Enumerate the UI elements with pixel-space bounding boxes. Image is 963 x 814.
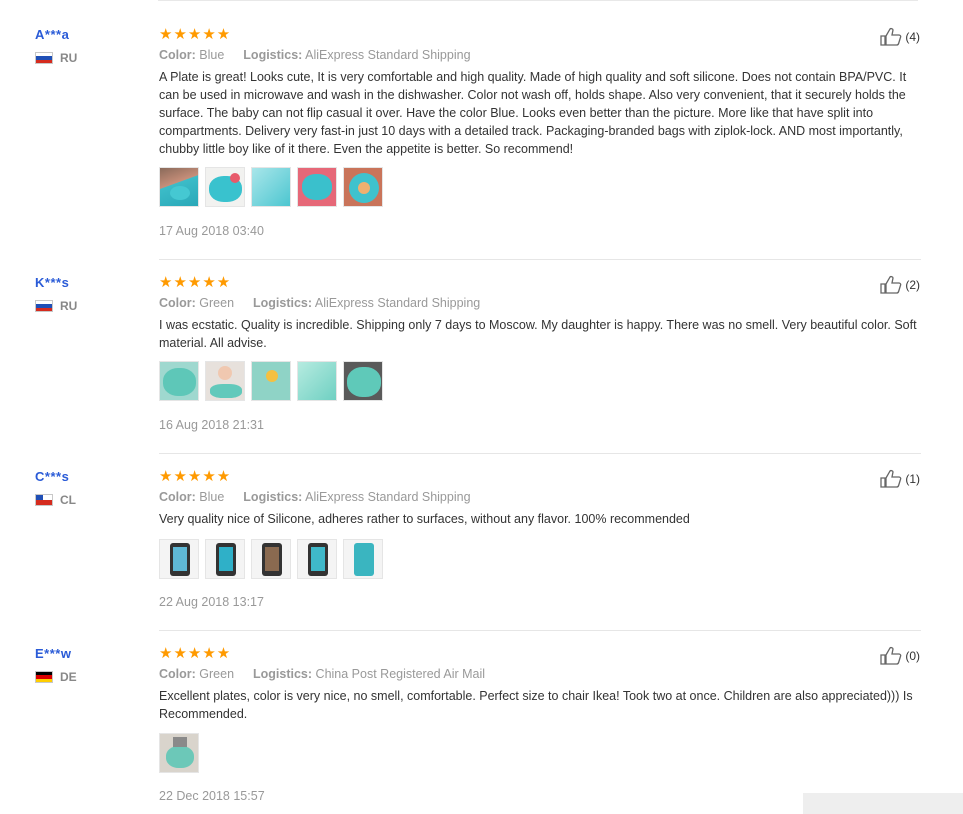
review-body: ★★★★★ Color: Blue Logistics: AliExpress … (159, 469, 919, 609)
logistics-label: Logistics: (253, 667, 313, 681)
color-value: Green (199, 296, 235, 310)
review-text: I was ecstatic. Quality is incredible. S… (159, 318, 917, 350)
review-photo[interactable] (343, 167, 383, 207)
logistics-label: Logistics: (243, 48, 303, 62)
logistics-value: AliExpress Standard Shipping (305, 490, 471, 504)
star-rating: ★★★★★ (159, 26, 232, 43)
flag-icon (35, 52, 53, 64)
review-photo[interactable] (159, 167, 199, 207)
reviewer-info: K***s RU (35, 275, 77, 313)
helpful-button[interactable]: (1) (880, 469, 920, 488)
review-date: 22 Aug 2018 13:17 (159, 595, 264, 609)
top-border (158, 0, 918, 3)
review-photo[interactable] (159, 539, 199, 579)
reviewer-country: CL (35, 493, 76, 507)
review-date: 16 Aug 2018 21:31 (159, 418, 264, 432)
country-code: CL (60, 493, 76, 507)
review-text: Very quality nice of Silicone, adheres r… (159, 512, 690, 526)
review-meta: Color: Blue Logistics: AliExpress Standa… (159, 490, 919, 504)
review-photo[interactable] (205, 539, 245, 579)
review-photo[interactable] (205, 361, 245, 401)
review-photos (159, 733, 919, 773)
review-meta: Color: Green Logistics: China Post Regis… (159, 667, 919, 681)
star-rating: ★★★★★ (159, 645, 232, 662)
review-photos (159, 167, 919, 207)
review-photos (159, 539, 919, 579)
review-photo[interactable] (205, 167, 245, 207)
helpful-count: (0) (905, 648, 920, 663)
country-code: DE (60, 670, 77, 684)
thumbs-up-icon (880, 275, 902, 294)
review-photo[interactable] (251, 361, 291, 401)
review-photo[interactable] (343, 361, 383, 401)
review-photos (159, 361, 919, 401)
logistics-label: Logistics: (253, 296, 313, 310)
review-divider (159, 630, 921, 631)
reviewer-country: RU (35, 51, 77, 65)
review-divider (159, 453, 921, 454)
color-value: Blue (199, 48, 225, 62)
review-text: A Plate is great! Looks cute, It is very… (159, 70, 907, 156)
thumbs-up-icon (880, 469, 902, 488)
review-photo[interactable] (297, 167, 337, 207)
reviewer-country: DE (35, 670, 77, 684)
flag-icon (35, 494, 53, 506)
review-photo[interactable] (297, 361, 337, 401)
reviewer-info: C***s CL (35, 469, 76, 507)
review-meta: Color: Blue Logistics: AliExpress Standa… (159, 48, 919, 62)
review-photo[interactable] (159, 361, 199, 401)
color-value: Green (199, 667, 235, 681)
review-photo[interactable] (251, 539, 291, 579)
color-label: Color: (159, 48, 196, 62)
reviewer-info: A***a RU (35, 27, 77, 65)
star-rating: ★★★★★ (159, 468, 232, 485)
helpful-button[interactable]: (4) (880, 27, 920, 46)
flag-icon (35, 300, 53, 312)
logistics-label: Logistics: (243, 490, 303, 504)
review-body: ★★★★★ Color: Green Logistics: China Post… (159, 646, 919, 803)
review-photo[interactable] (343, 539, 383, 579)
reviewer-name[interactable]: A***a (35, 27, 77, 42)
helpful-button[interactable]: (0) (880, 646, 920, 665)
color-label: Color: (159, 490, 196, 504)
thumbs-up-icon (880, 27, 902, 46)
helpful-count: (4) (905, 29, 920, 44)
review-meta: Color: Green Logistics: AliExpress Stand… (159, 296, 919, 310)
logistics-value: AliExpress Standard Shipping (305, 48, 471, 62)
review-photo[interactable] (297, 539, 337, 579)
thumbs-up-icon (880, 646, 902, 665)
country-code: RU (60, 299, 78, 313)
logistics-value: AliExpress Standard Shipping (314, 296, 481, 310)
star-rating: ★★★★★ (159, 274, 232, 291)
logistics-value: China Post Registered Air Mail (315, 667, 486, 681)
review-photo[interactable] (251, 167, 291, 207)
country-code: RU (60, 51, 78, 65)
flag-icon (35, 671, 53, 683)
helpful-count: (2) (905, 277, 920, 292)
color-label: Color: (159, 667, 196, 681)
review-text: Excellent plates, color is very nice, no… (159, 689, 913, 721)
corner-overlay (803, 793, 963, 814)
review-body: ★★★★★ Color: Green Logistics: AliExpress… (159, 275, 919, 432)
reviewer-name[interactable]: E***w (35, 646, 77, 661)
reviewer-info: E***w DE (35, 646, 77, 684)
color-value: Blue (199, 490, 225, 504)
review-photo[interactable] (159, 733, 199, 773)
helpful-button[interactable]: (2) (880, 275, 920, 294)
review-body: ★★★★★ Color: Blue Logistics: AliExpress … (159, 27, 919, 238)
reviewer-name[interactable]: K***s (35, 275, 77, 290)
color-label: Color: (159, 296, 196, 310)
review-divider (159, 259, 921, 260)
helpful-count: (1) (905, 471, 920, 486)
reviewer-country: RU (35, 299, 77, 313)
review-date: 17 Aug 2018 03:40 (159, 224, 264, 238)
reviewer-name[interactable]: C***s (35, 469, 76, 484)
